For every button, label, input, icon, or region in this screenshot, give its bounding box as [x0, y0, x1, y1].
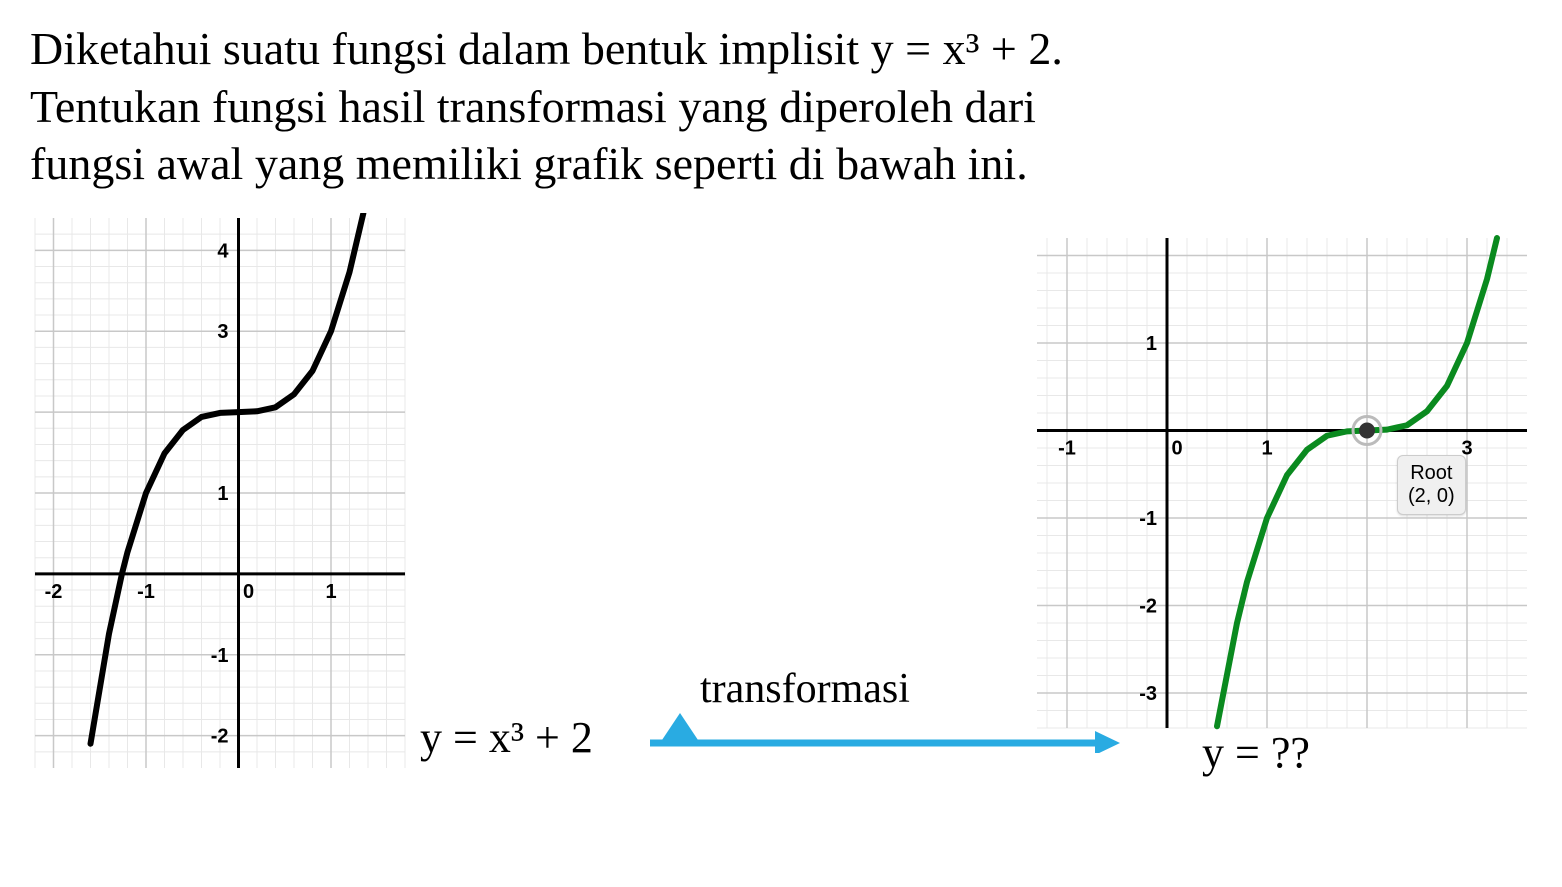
question-line-1: Diketahui suatu fungsi dalam bentuk impl…	[30, 20, 1532, 78]
svg-text:4: 4	[217, 240, 229, 262]
root-annotation: Root (2, 0)	[1397, 455, 1466, 515]
svg-text:0: 0	[243, 580, 254, 602]
svg-text:-2: -2	[45, 580, 63, 602]
svg-text:-1: -1	[137, 580, 155, 602]
svg-text:-3: -3	[1139, 683, 1157, 705]
svg-text:-1: -1	[1139, 508, 1157, 530]
question-line-2: Tentukan fungsi hasil transformasi yang …	[30, 78, 1532, 136]
svg-text:1: 1	[217, 483, 228, 505]
svg-text:-2: -2	[211, 725, 229, 747]
equation-start: y = x³ + 2	[420, 712, 593, 763]
chart-left: -2 -1 0 1 -2 -1 1 3 4	[30, 213, 410, 773]
svg-text:-2: -2	[1139, 595, 1157, 617]
arrow-section: y = x³ + 2 transformasi	[420, 653, 1022, 773]
svg-text:3: 3	[217, 321, 228, 343]
question-line-3: fungsi awal yang memiliki grafik seperti…	[30, 135, 1532, 193]
question-text: Diketahui suatu fungsi dalam bentuk impl…	[30, 20, 1532, 193]
root-point: (2, 0)	[1408, 485, 1455, 508]
svg-text:1: 1	[1261, 437, 1272, 459]
svg-text:0: 0	[1171, 437, 1182, 459]
equation-end: y = ??	[1202, 727, 1310, 778]
svg-text:-1: -1	[211, 644, 229, 666]
svg-text:-1: -1	[1058, 437, 1076, 459]
root-title: Root	[1408, 462, 1455, 485]
svg-text:1: 1	[1146, 333, 1157, 355]
chart-right: -1013-3-2-11 Root (2, 0) y = ??	[1032, 233, 1532, 773]
svg-text:1: 1	[325, 580, 336, 602]
